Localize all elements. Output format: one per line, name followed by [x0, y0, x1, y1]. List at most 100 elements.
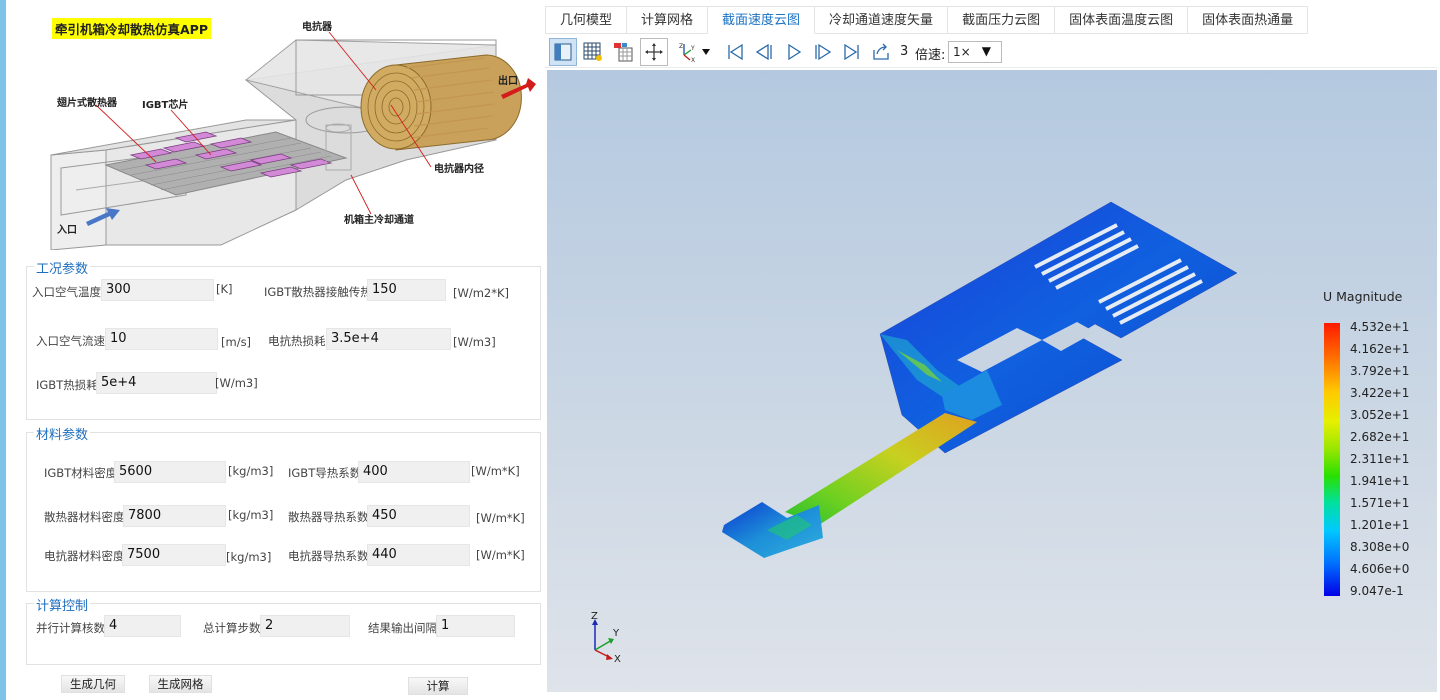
tab-section-velocity[interactable]: 截面速度云图 — [708, 6, 816, 34]
last-frame-icon[interactable] — [838, 38, 866, 66]
igbt-density-label: IGBT材料密度 — [44, 466, 118, 480]
panel-toggle-icon[interactable] — [549, 38, 577, 66]
igbt-contact-input[interactable]: 150 — [367, 279, 446, 301]
legend-value: 1.201e+1 — [1350, 518, 1410, 532]
speed-value: 1× — [953, 45, 971, 59]
materials-title: 材料参数 — [34, 424, 91, 443]
inlet-velocity-unit: [m/s] — [221, 335, 252, 349]
axes-orientation-icon[interactable]: ZYX — [675, 38, 715, 66]
cores-input[interactable]: 4 — [104, 615, 181, 637]
result-tabs: 几何模型 计算网格 截面速度云图 冷却通道速度矢量 截面压力云图 固体表面温度云… — [545, 6, 1309, 34]
first-frame-icon[interactable] — [721, 38, 749, 66]
axis-x-label: X — [614, 654, 621, 665]
label-main-channel: 机箱主冷却通道 — [344, 215, 414, 226]
section-plate-upper — [879, 201, 1238, 454]
igbt-density-unit: [kg/m3] — [228, 464, 274, 478]
frame-number: 3 — [900, 44, 909, 59]
reactor-density-unit: [kg/m3] — [226, 550, 272, 564]
label-reactor-inner: 电抗器内径 — [434, 164, 484, 175]
reactor-conductivity-unit: [W/m*K] — [476, 548, 525, 562]
heatsink-density-input[interactable]: 7800 — [123, 505, 226, 527]
fit-view-icon[interactable] — [640, 38, 668, 66]
axes-triad-icon: Z Y X — [591, 611, 621, 665]
label-fin-heatsink: 翅片式散热器 — [57, 98, 117, 109]
label-inlet: 入口 — [57, 225, 77, 236]
inlet-velocity-label: 入口空气流速 — [36, 334, 105, 348]
igbt-loss-unit: [W/m3] — [215, 376, 258, 390]
steps-label: 总计算步数 — [203, 621, 261, 635]
igbt-conductivity-label: IGBT导热系数 — [288, 466, 362, 480]
chevron-down-icon: ▼ — [981, 44, 991, 58]
color-legend-bar — [1324, 323, 1340, 596]
heatsink-conductivity-input[interactable]: 450 — [367, 505, 470, 527]
svg-text:Z: Z — [679, 43, 683, 50]
reactor-conductivity-label: 电抗器导热系数 — [288, 549, 369, 563]
igbt-contact-unit: [W/m2*K] — [453, 286, 510, 300]
app-title: 牵引机箱冷却散热仿真APP — [52, 18, 211, 39]
speed-label: 倍速: — [915, 48, 946, 63]
axis-z-label: Z — [591, 611, 598, 622]
label-igbt-chip: IGBT芯片 — [142, 100, 189, 111]
reactor-conductivity-input[interactable]: 440 — [367, 544, 470, 566]
heatsink-conductivity-label: 散热器导热系数 — [288, 510, 369, 524]
reactor-loss-label: 电抗热损耗 — [268, 334, 326, 348]
compute-button[interactable]: 计算 — [408, 677, 468, 695]
export-icon[interactable] — [867, 38, 895, 66]
heatsink-conductivity-unit: [W/m*K] — [476, 511, 525, 525]
igbt-density-input[interactable]: 5600 — [114, 461, 226, 483]
steps-input[interactable]: 2 — [260, 615, 350, 637]
igbt-contact-label: IGBT散热器接触传热 — [264, 285, 372, 299]
output-interval-input[interactable]: 1 — [436, 615, 515, 637]
reactor-loss-input[interactable]: 3.5e+4 — [326, 328, 451, 350]
generate-geometry-button[interactable]: 生成几何 — [61, 675, 125, 693]
igbt-loss-input[interactable]: 5e+4 — [96, 372, 217, 394]
generate-mesh-button[interactable]: 生成网格 — [149, 675, 212, 693]
render-viewport[interactable]: U Magnitude 4.532e+1 4.162e+1 3.792e+1 3… — [547, 70, 1437, 692]
reactor-loss-unit: [W/m3] — [453, 335, 496, 349]
legend-value: 2.311e+1 — [1350, 452, 1410, 466]
tab-geometry-model[interactable]: 几何模型 — [545, 6, 628, 34]
igbt-conductivity-unit: [W/m*K] — [471, 464, 520, 478]
play-icon[interactable] — [780, 38, 808, 66]
velocity-contour-plot[interactable] — [547, 70, 1437, 692]
tab-velocity-vector[interactable]: 冷却通道速度矢量 — [815, 6, 949, 34]
tab-surface-temperature[interactable]: 固体表面温度云图 — [1055, 6, 1189, 34]
prev-frame-icon[interactable] — [750, 38, 778, 66]
speed-select[interactable]: 1× ▼ — [948, 41, 1002, 63]
legend-value: 1.571e+1 — [1350, 496, 1410, 510]
compute-title: 计算控制 — [34, 595, 91, 614]
tab-section-pressure[interactable]: 截面压力云图 — [948, 6, 1056, 34]
tab-surface-heat-flux[interactable]: 固体表面热通量 — [1188, 6, 1309, 34]
next-frame-icon[interactable] — [809, 38, 837, 66]
output-interval-label: 结果输出间隔 — [368, 621, 437, 635]
parameter-panel: 牵引机箱冷却散热仿真APP 电抗器 出口 翅片式散热器 IGBT芯片 电抗器内径… — [6, 0, 545, 700]
reactor-density-input[interactable]: 7500 — [122, 544, 226, 566]
mesh-grid-icon[interactable] — [579, 38, 607, 66]
igbt-loss-label: IGBT热损耗 — [36, 378, 98, 392]
legend-value: 4.532e+1 — [1350, 320, 1410, 334]
label-reactor: 电抗器 — [302, 22, 332, 33]
inlet-velocity-input[interactable]: 10 — [105, 328, 218, 350]
inlet-temp-input[interactable]: 300 — [101, 279, 214, 301]
igbt-conductivity-input[interactable]: 400 — [358, 461, 470, 483]
tab-mesh[interactable]: 计算网格 — [627, 6, 709, 34]
reactor-density-label: 电抗器材料密度 — [44, 549, 125, 563]
conditions-title: 工况参数 — [34, 258, 91, 277]
table-settings-icon[interactable] — [609, 38, 637, 66]
label-outlet: 出口 — [498, 76, 518, 87]
legend-value: 4.162e+1 — [1350, 342, 1410, 356]
legend-value: 4.606e+0 — [1350, 562, 1410, 576]
result-panel: 几何模型 计算网格 截面速度云图 冷却通道速度矢量 截面压力云图 固体表面温度云… — [545, 0, 1440, 700]
heatsink-density-unit: [kg/m3] — [228, 508, 274, 522]
legend-value: 3.052e+1 — [1350, 408, 1410, 422]
axis-y-label: Y — [612, 628, 620, 639]
inlet-temp-label: 入口空气温度 — [32, 285, 101, 299]
inlet-temp-unit: [K] — [216, 282, 233, 296]
legend-value: 3.422e+1 — [1350, 386, 1410, 400]
legend-value: 1.941e+1 — [1350, 474, 1410, 488]
legend-value: 3.792e+1 — [1350, 364, 1410, 378]
svg-text:X: X — [691, 57, 695, 63]
svg-text:Y: Y — [690, 45, 695, 52]
legend-title: U Magnitude — [1323, 289, 1403, 304]
legend-value: 8.308e+0 — [1350, 540, 1410, 554]
